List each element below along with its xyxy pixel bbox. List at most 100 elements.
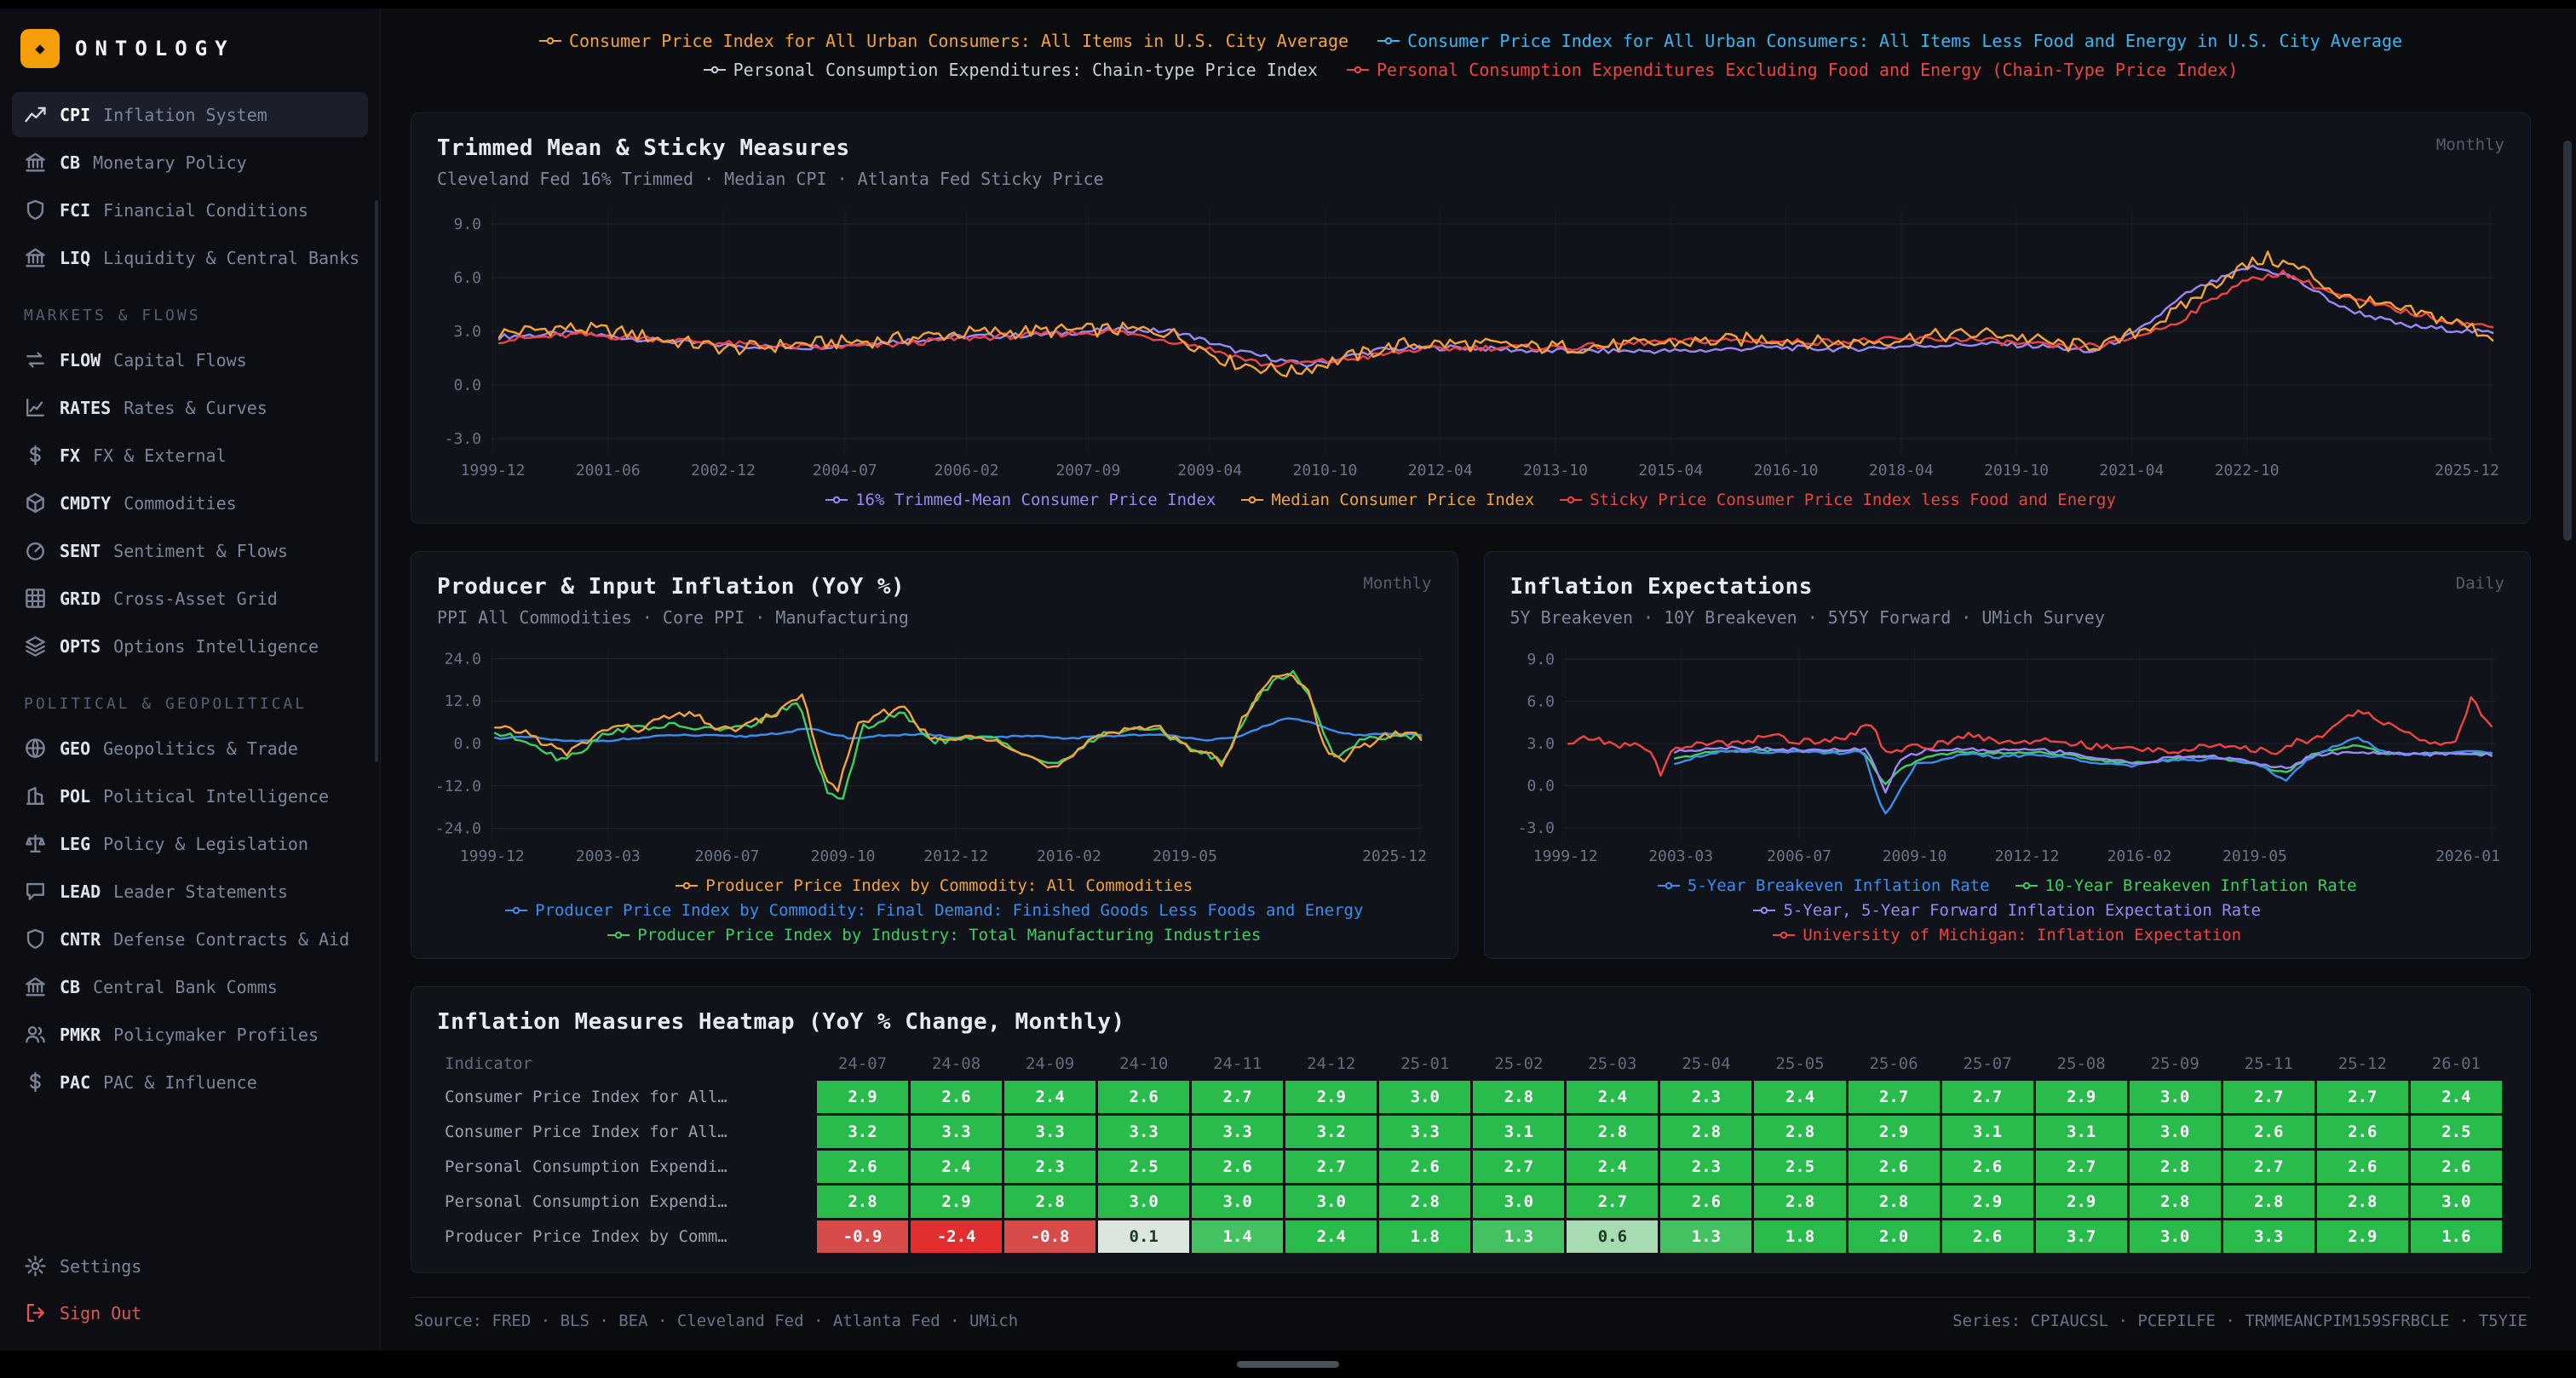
legend-item[interactable]: Personal Consumption Expenditures: Chain…	[704, 60, 1318, 80]
item-label: Rates & Curves	[124, 398, 267, 418]
chart-canvas-trimmed-sticky[interactable]: 9.06.03.00.0-3.01999-122001-062002-12200…	[437, 201, 2504, 482]
window-top-strip	[0, 0, 2576, 9]
svg-text:2015-04: 2015-04	[1638, 462, 1703, 479]
item-label: Settings	[60, 1256, 141, 1277]
legend-item[interactable]: Personal Consumption Expenditures Exclud…	[1347, 60, 2238, 80]
legend-item[interactable]: Sticky Price Consumer Price Index less F…	[1560, 491, 2116, 509]
item-label: Liquidity & Central Banks	[103, 248, 359, 268]
legend-item[interactable]: 5-Year, 5-Year Forward Inflation Expecta…	[1753, 901, 2261, 920]
legend-item[interactable]: University of Michigan: Inflation Expect…	[1773, 926, 2241, 945]
main-scrollbar-thumb[interactable]	[2563, 141, 2572, 541]
svg-text:-3.0: -3.0	[445, 430, 481, 448]
heatmap-cell: 2.8	[1849, 1186, 1940, 1218]
item-code: PAC	[60, 1072, 90, 1093]
legend-item[interactable]: Consumer Price Index for All Urban Consu…	[539, 31, 1348, 51]
sidebar-item-opts-options-intelligence[interactable]: OPTSOptions Intelligence	[12, 623, 368, 669]
sidebar-item-settings[interactable]: Settings	[12, 1243, 368, 1289]
legend-item[interactable]: Consumer Price Index for All Urban Consu…	[1377, 31, 2402, 51]
sidebar-item-cntr-defense-contracts-aid[interactable]: CNTRDefense Contracts & Aid	[12, 916, 368, 962]
chart-legend: 5-Year Breakeven Inflation Rate 10-Year B…	[1510, 876, 2505, 945]
sidebar-item-pac-pac-influence[interactable]: PACPAC & Influence	[12, 1059, 368, 1105]
svg-text:-24.0: -24.0	[437, 820, 481, 838]
heatmap-col-header: 25-09	[2130, 1049, 2221, 1078]
heatmap-cell: 2.0	[1849, 1220, 1940, 1253]
panel-title: Producer & Input Inflation (YoY %)	[437, 574, 909, 600]
heatmap-row: Producer Price Index by Comm…-0.9-2.4-0.…	[440, 1220, 2502, 1253]
series-line	[499, 266, 2493, 367]
heatmap-cell: 0.6	[1567, 1220, 1658, 1253]
heatmap-cell: 3.2	[1285, 1116, 1377, 1148]
heatmap-cell: 2.4	[2411, 1081, 2502, 1113]
svg-text:12.0: 12.0	[445, 692, 481, 710]
legend-label: Producer Price Index by Commodity: All C…	[705, 876, 1193, 895]
series-line	[499, 271, 2493, 367]
sidebar-item-fx-fx-external[interactable]: FXFX & External	[12, 433, 368, 478]
svg-text:2022-10: 2022-10	[2215, 462, 2280, 479]
heatmap-cell: 2.9	[911, 1186, 1002, 1218]
sidebar-item-sign-out[interactable]: Sign Out	[12, 1290, 368, 1335]
legend-item[interactable]: 10-Year Breakeven Inflation Rate	[2015, 876, 2357, 895]
legend-item[interactable]: 5-Year Breakeven Inflation Rate	[1658, 876, 1990, 895]
heatmap-cell: 2.5	[1098, 1151, 1189, 1183]
item-code: SENT	[60, 541, 101, 561]
heatmap-cell: 2.3	[1660, 1151, 1751, 1183]
svg-text:1999-12: 1999-12	[1532, 847, 1597, 865]
item-label: Options Intelligence	[113, 636, 319, 657]
heatmap-col-header: 25-11	[2223, 1049, 2314, 1078]
legend-label: 5-Year, 5-Year Forward Inflation Expecta…	[1783, 901, 2261, 920]
sidebar-item-pol-political-intelligence[interactable]: POLPolitical Intelligence	[12, 773, 368, 818]
series-text: Series: CPIAUCSL · PCEPILFE · TRMMEANCPI…	[1952, 1312, 2527, 1330]
sidebar-item-liq-liquidity-central-banks[interactable]: LIQLiquidity & Central Banks	[12, 235, 368, 280]
legend-marker-icon	[539, 37, 561, 45]
sidebar-item-grid-cross-asset-grid[interactable]: GRIDCross-Asset Grid	[12, 576, 368, 621]
series-line	[499, 251, 2493, 376]
legend-item[interactable]: Producer Price Index by Commodity: All C…	[676, 876, 1193, 895]
item-code: LEG	[60, 834, 90, 854]
sidebar-item-pmkr-policymaker-profiles[interactable]: PMKRPolicymaker Profiles	[12, 1012, 368, 1057]
home-indicator[interactable]	[1237, 1361, 1339, 1368]
sidebar-item-sent-sentiment-flows[interactable]: SENTSentiment & Flows	[12, 528, 368, 573]
heatmap-cell: 2.7	[1285, 1151, 1377, 1183]
item-label: Cross-Asset Grid	[113, 589, 278, 609]
sidebar-item-flow-capital-flows[interactable]: FLOWCapital Flows	[12, 337, 368, 382]
item-label: Inflation System	[103, 105, 267, 125]
sidebar-item-lead-leader-statements[interactable]: LEADLeader Statements	[12, 869, 368, 914]
sidebar-item-fci-financial-conditions[interactable]: FCIFinancial Conditions	[12, 187, 368, 233]
legend-item[interactable]: Producer Price Index by Commodity: Final…	[505, 901, 1363, 920]
svg-text:2012-12: 2012-12	[923, 847, 988, 865]
sidebar-item-cb-monetary-policy[interactable]: CBMonetary Policy	[12, 140, 368, 185]
svg-text:2006-07: 2006-07	[695, 847, 760, 865]
legend-marker-icon	[2015, 881, 2038, 890]
svg-text:2019-10: 2019-10	[1984, 462, 2049, 479]
box-icon	[24, 491, 47, 514]
heatmap-cell: 2.6	[1192, 1151, 1283, 1183]
heatmap-cell: 2.7	[1849, 1081, 1940, 1113]
svg-text:2002-12: 2002-12	[691, 462, 756, 479]
chart-canvas-inflation-expectations[interactable]: 9.06.03.00.0-3.01999-122003-032006-07200…	[1510, 640, 2505, 868]
panel-header: Producer & Input Inflation (YoY %) PPI A…	[437, 574, 1432, 628]
heatmap-row: Personal Consumption Expendi…2.62.42.32.…	[440, 1151, 2502, 1183]
legend-marker-icon	[1773, 931, 1795, 939]
sidebar-item-cb-central-bank-comms[interactable]: CBCentral Bank Comms	[12, 964, 368, 1009]
legend-item[interactable]: Median Consumer Price Index	[1241, 491, 1534, 509]
legend-item[interactable]: 16% Trimmed-Mean Consumer Price Index	[825, 491, 1216, 509]
chart-canvas-producer-input[interactable]: 24.012.00.0-12.0-24.01999-122003-032006-…	[437, 640, 1432, 868]
sidebar-item-leg-policy-legislation[interactable]: LEGPolicy & Legislation	[12, 821, 368, 866]
svg-text:6.0: 6.0	[1527, 693, 1555, 711]
heatmap-cell: 2.8	[1379, 1186, 1470, 1218]
svg-text:2025-12: 2025-12	[1362, 847, 1427, 865]
sidebar-item-geo-geopolitics-trade[interactable]: GEOGeopolitics & Trade	[12, 726, 368, 771]
legend-label: Producer Price Index by Industry: Total …	[637, 926, 1261, 945]
legend-item[interactable]: Producer Price Index by Industry: Total …	[607, 926, 1261, 945]
section-header: POLITICAL & GEOPOLITICAL	[12, 671, 368, 723]
sidebar-scrollbar[interactable]	[375, 200, 378, 762]
sidebar-item-cpi-inflation-system[interactable]: CPIInflation System	[12, 92, 368, 137]
sidebar-item-cmdty-commodities[interactable]: CMDTYCommodities	[12, 480, 368, 525]
sidebar-item-rates-rates-curves[interactable]: RATESRates & Curves	[12, 385, 368, 430]
heatmap-cell: 2.7	[2223, 1151, 2314, 1183]
heatmap-row: Consumer Price Index for All…3.23.33.33.…	[440, 1116, 2502, 1148]
item-code: FCI	[60, 200, 90, 221]
heatmap-cell: -0.8	[1004, 1220, 1095, 1253]
heatmap-cell: 3.0	[1285, 1186, 1377, 1218]
heatmap-cell: 2.4	[1004, 1081, 1095, 1113]
